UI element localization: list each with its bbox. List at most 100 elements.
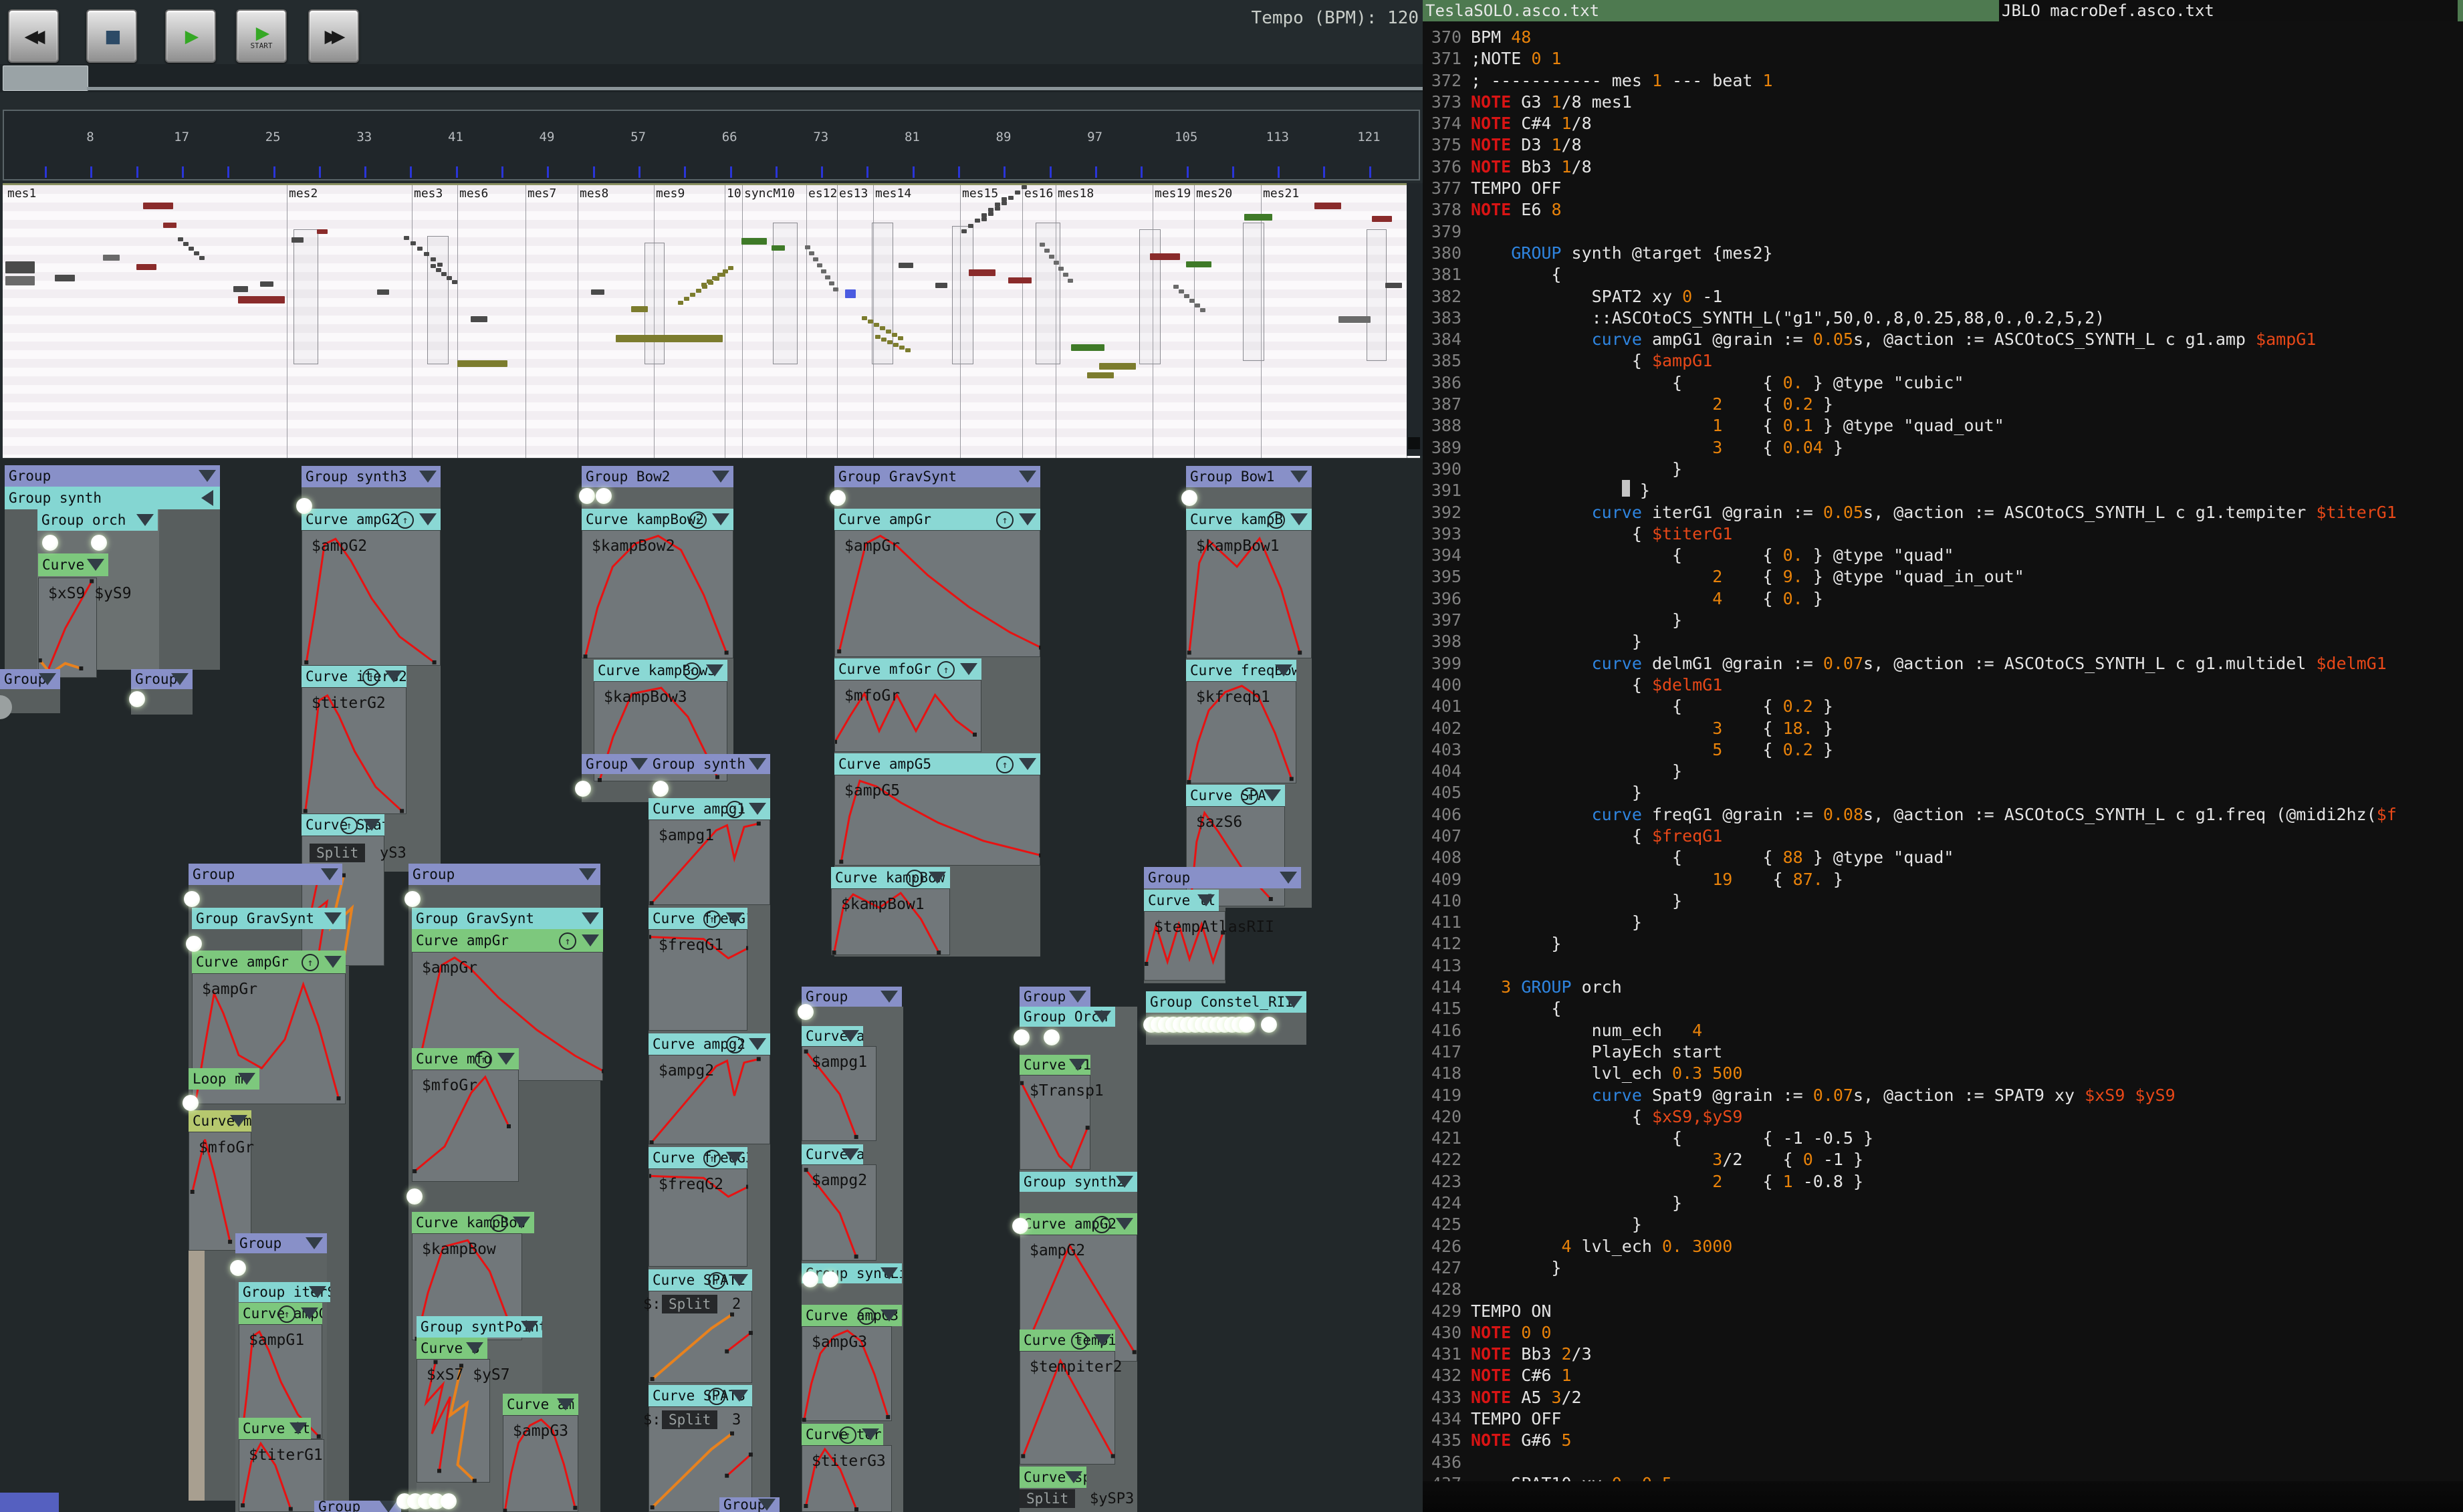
chevron-down-icon[interactable]	[731, 1390, 748, 1402]
chevron-down-icon[interactable]	[1019, 513, 1036, 525]
piano-note[interactable]	[899, 263, 913, 268]
curve-plot[interactable]: $ampGr	[834, 530, 1041, 657]
curve-header[interactable]: Curve mfoGr ↑	[834, 658, 981, 680]
group-header[interactable]: Group	[1144, 867, 1301, 888]
promote-up-icon[interactable]: ↑	[302, 954, 319, 971]
chevron-down-icon[interactable]	[630, 758, 648, 770]
resize-grip[interactable]	[1408, 437, 1420, 449]
breakpoint-ball[interactable]	[1261, 1017, 1277, 1033]
piano-note[interactable]	[457, 360, 507, 367]
group-header[interactable]: Group	[5, 465, 220, 487]
piano-note[interactable]	[1314, 203, 1341, 209]
promote-up-icon[interactable]: ↑	[559, 932, 576, 950]
chevron-down-icon[interactable]	[1094, 1334, 1111, 1346]
chevron-down-icon[interactable]	[726, 1152, 743, 1164]
curve-header[interactable]: Curve kampBow ↑	[412, 1212, 534, 1233]
piano-note[interactable]	[471, 316, 487, 322]
group-header[interactable]: Group GravSynt	[192, 908, 346, 929]
chevron-down-icon[interactable]	[87, 559, 104, 571]
curve-plot[interactable]: $xS9 $yS9	[38, 578, 132, 678]
chevron-down-icon[interactable]	[136, 514, 154, 526]
group-header[interactable]: Group synth	[649, 754, 770, 774]
piano-note[interactable]	[291, 237, 304, 243]
chevron-down-icon[interactable]	[1285, 996, 1302, 1008]
chevron-down-icon[interactable]	[324, 956, 342, 968]
curve-header[interactable]: Curve ampG2 ↑	[1020, 1213, 1137, 1235]
curve-header[interactable]: Curve iterG2 ↑	[302, 666, 406, 687]
curve-plot[interactable]: $Transp1	[1020, 1075, 1104, 1170]
chevron-down-icon[interactable]	[385, 670, 402, 682]
breakpoint-ball[interactable]	[1239, 1017, 1255, 1033]
promote-up-icon[interactable]: ↑	[1071, 1332, 1088, 1350]
chevron-down-icon[interactable]	[842, 1030, 859, 1042]
chevron-down-icon[interactable]	[380, 1501, 397, 1512]
curve-plot[interactable]: $titerG1	[239, 1439, 324, 1512]
chevron-down-icon[interactable]	[1069, 1059, 1086, 1071]
piano-note[interactable]	[163, 223, 177, 228]
split-box[interactable]: Split	[1020, 1489, 1076, 1508]
curve-header[interactable]: Curve mfo ↑	[412, 1048, 519, 1069]
curve-plot[interactable]: $mfoGr	[412, 1069, 519, 1182]
promote-up-icon[interactable]: ↑	[340, 817, 358, 834]
curve-plot[interactable]: $kampBow2	[582, 530, 733, 659]
piano-note[interactable]	[969, 269, 995, 276]
curve-header[interactable]: Curve tl	[1144, 890, 1219, 911]
curve-plot[interactable]: $ampg1	[649, 820, 770, 906]
chevron-left-icon[interactable]	[201, 490, 213, 506]
curve-plot[interactable]: $mfoGr	[834, 680, 981, 752]
piano-note[interactable]	[55, 275, 75, 281]
breakpoint-ball[interactable]	[129, 691, 145, 707]
split-box[interactable]: Split	[662, 1295, 718, 1313]
chevron-down-icon[interactable]	[521, 1321, 538, 1333]
chevron-down-icon[interactable]	[238, 1073, 255, 1085]
promote-up-icon[interactable]: ↑	[1093, 1216, 1110, 1233]
breakpoint-ball[interactable]	[1044, 1029, 1060, 1045]
tab-teslasolo[interactable]: TeslaSOLO.asco.txt	[1423, 0, 1999, 21]
piano-note[interactable]	[103, 255, 120, 261]
piano-note[interactable]	[1087, 372, 1114, 378]
promote-up-icon[interactable]: ↑	[703, 910, 721, 928]
group-header[interactable]: Group	[582, 754, 652, 774]
chevron-down-icon[interactable]	[39, 673, 56, 685]
piano-note[interactable]	[1186, 261, 1211, 267]
breakpoint-ball[interactable]	[230, 1260, 246, 1276]
piano-note[interactable]	[741, 238, 767, 245]
group-header[interactable]: Group synth2	[1020, 1172, 1137, 1192]
chevron-down-icon[interactable]	[881, 991, 898, 1003]
piano-note[interactable]	[317, 229, 328, 234]
group-header[interactable]: Group Orch	[1020, 1007, 1115, 1027]
piano-roll[interactable]: mes1 mes2 mes3 mes6 mes7 mes8 mes9 10 syncM10 es1…	[3, 183, 1420, 459]
curve-header[interactable]: Curve Spat ↑	[302, 814, 384, 836]
start-button[interactable]: ▶ START	[236, 9, 287, 63]
piano-note[interactable]	[260, 281, 273, 287]
curve-header[interactable]: Curve kampBow2 ↑	[582, 509, 733, 530]
curve-plot[interactable]: $freqG1	[649, 929, 748, 1031]
piano-note[interactable]	[377, 289, 389, 295]
curve-plot[interactable]: $tempiter2	[1020, 1351, 1122, 1465]
piano-note[interactable]	[591, 289, 604, 295]
breakpoint-ball[interactable]	[802, 1271, 818, 1287]
breakpoint-ball[interactable]	[1012, 1218, 1028, 1234]
group-header[interactable]: Group	[802, 987, 902, 1007]
promote-up-icon[interactable]: ↑	[726, 801, 743, 818]
promote-up-icon[interactable]: ↑	[996, 756, 1014, 773]
curve-header[interactable]: Curve it	[239, 1418, 311, 1439]
curve-header[interactable]: Curve sp	[1020, 1467, 1086, 1488]
chevron-down-icon[interactable]	[1116, 1218, 1133, 1230]
breakpoint-ball[interactable]	[579, 488, 595, 504]
promote-up-icon[interactable]: ↑	[708, 1388, 725, 1405]
curve-header[interactable]: Curve freqG1 ↑	[649, 908, 747, 929]
breakpoint-ball[interactable]	[653, 781, 669, 797]
curve-header[interactable]: Curve SPAT3 ↑	[649, 1385, 752, 1406]
promote-up-icon[interactable]: ↑	[996, 511, 1014, 529]
code-area[interactable]: 370 BPM 48 371 ;NOTE 0 1 372; ----------- me…	[1423, 27, 2463, 1495]
piano-note[interactable]	[1244, 214, 1272, 221]
breakpoint-ball[interactable]	[822, 1271, 838, 1287]
piano-note[interactable]	[772, 245, 785, 251]
curve-plot[interactable]: $ampG3	[503, 1415, 578, 1512]
curve-plot[interactable]: $titerG2	[302, 687, 406, 814]
promote-up-icon[interactable]: ↑	[858, 1307, 875, 1325]
chevron-down-icon[interactable]	[1069, 991, 1086, 1003]
chevron-down-icon[interactable]	[1116, 1176, 1133, 1188]
promote-up-icon[interactable]: ↑	[396, 511, 414, 529]
